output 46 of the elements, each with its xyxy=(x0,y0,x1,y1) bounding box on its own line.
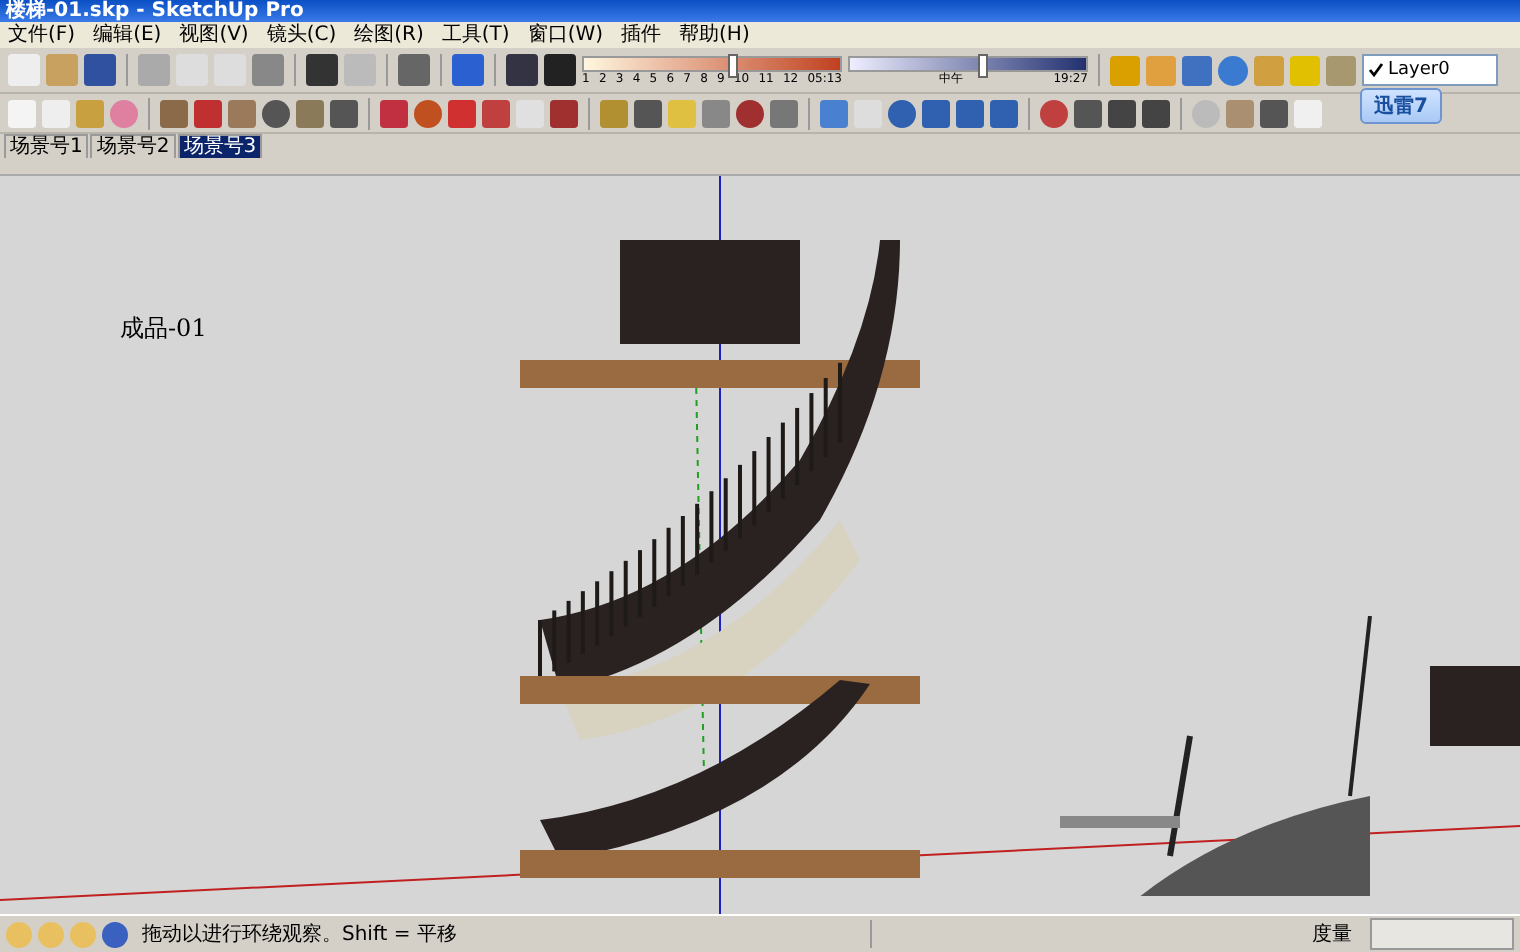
download-toast[interactable]: 迅雷7 xyxy=(1360,88,1442,124)
status-hint: 拖动以进行环绕观察。Shift = 平移 xyxy=(142,921,459,948)
measure-label: 度量 xyxy=(870,920,1364,948)
menu-item[interactable]: 工具(T) xyxy=(441,23,510,47)
menu-item[interactable]: 镜头(C) xyxy=(266,23,337,47)
menu-item[interactable]: 文件(F) xyxy=(8,23,76,47)
help-icon[interactable] xyxy=(102,921,128,947)
toolbar-icon[interactable] xyxy=(1260,99,1288,127)
toolbar-icon[interactable] xyxy=(296,99,324,127)
toolbar-icon[interactable] xyxy=(922,99,950,127)
model-label: 成品-01 xyxy=(120,312,207,346)
toolbar-icon[interactable] xyxy=(888,99,916,127)
scene-tab[interactable]: 场景号3 xyxy=(177,134,263,158)
toolbar-icon[interactable] xyxy=(1108,99,1136,127)
toolbar-icon[interactable] xyxy=(160,99,188,127)
toolbar-icon[interactable] xyxy=(330,99,358,127)
toolbar-icon[interactable] xyxy=(736,99,764,127)
slider-thumb[interactable] xyxy=(728,53,739,77)
menu-item[interactable]: 编辑(E) xyxy=(93,23,162,47)
menu-item[interactable]: 插件 xyxy=(621,23,662,47)
toolbar-icon[interactable] xyxy=(194,99,222,127)
toolbar-icon[interactable] xyxy=(262,99,290,127)
menu-item[interactable]: 帮助(H) xyxy=(679,23,750,47)
toolbar-icon[interactable] xyxy=(770,99,798,127)
toolbar-icon[interactable] xyxy=(550,99,578,127)
slider-thumb[interactable] xyxy=(978,53,989,77)
scene-tab[interactable]: 场景号2 xyxy=(90,134,176,158)
model-viewport[interactable]: 成品-01 xyxy=(0,176,1520,914)
toolbar-icon[interactable] xyxy=(1074,99,1102,127)
measure-field[interactable] xyxy=(1370,918,1514,950)
toolbar-icon[interactable] xyxy=(990,99,1018,127)
toolbar-icon[interactable] xyxy=(380,99,408,127)
toolbar-icon[interactable] xyxy=(1182,55,1212,85)
toolbar-icon[interactable] xyxy=(1142,99,1170,127)
menu-item[interactable]: 窗口(W) xyxy=(527,23,604,47)
toolbar-icon[interactable] xyxy=(956,99,984,127)
menu-item[interactable]: 绘图(R) xyxy=(354,23,424,47)
toolbar-icon[interactable] xyxy=(1040,99,1068,127)
layer-dropdown[interactable]: Layer0 xyxy=(1362,54,1498,86)
toolbar-icon[interactable] xyxy=(1218,55,1248,85)
toolbar-icon[interactable] xyxy=(414,99,442,127)
toolbar-icon[interactable] xyxy=(634,99,662,127)
scene-tab[interactable]: 场景号1 xyxy=(4,134,89,158)
menu-item[interactable]: 视图(V) xyxy=(179,23,249,47)
toolbar-icon[interactable] xyxy=(448,99,476,127)
toolbar-icon[interactable] xyxy=(482,99,510,127)
